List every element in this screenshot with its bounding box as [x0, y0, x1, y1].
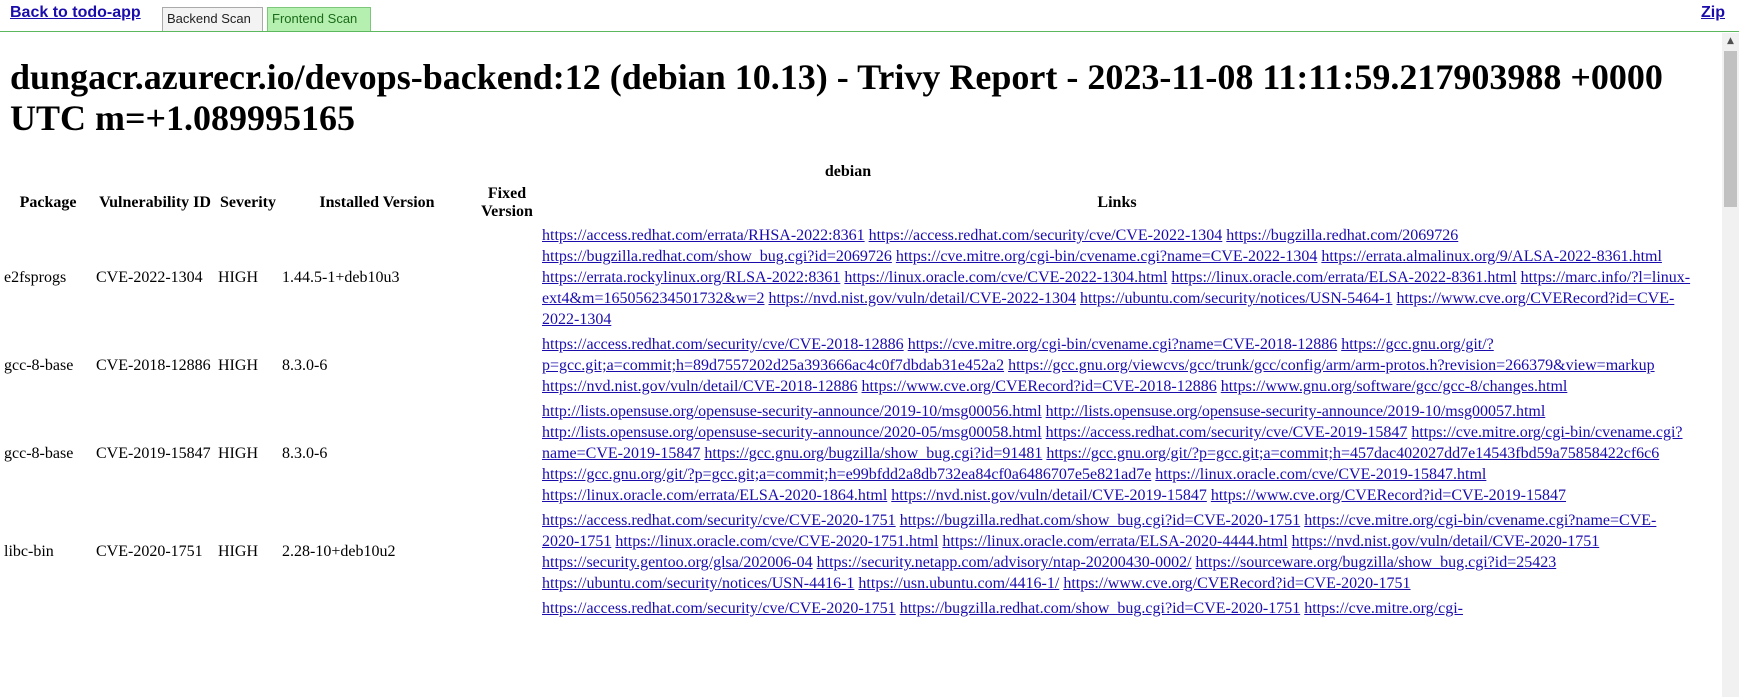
cell-package: gcc-8-base — [4, 356, 74, 374]
cell-fixed-version — [475, 597, 539, 620]
reference-link[interactable]: https://www.cve.org/CVERecord?id=CVE-201… — [862, 378, 1217, 395]
reference-link[interactable]: https://linux.oracle.com/cve/CVE-2022-13… — [844, 269, 1167, 286]
reference-link[interactable]: https://access.redhat.com/security/cve/C… — [1046, 424, 1408, 441]
reference-link[interactable]: https://cve.mitre.org/cgi-bin/cvename.cg… — [908, 336, 1338, 353]
top-nav-bar: Back to todo-app Backend Scan Frontend S… — [0, 0, 1739, 32]
scroll-thumb[interactable] — [1724, 51, 1737, 207]
cell-installed-version: 8.3.0-6 — [282, 444, 328, 462]
cell-links: https://access.redhat.com/security/cve/C… — [541, 597, 1693, 620]
reference-link[interactable]: https://nvd.nist.gov/vuln/detail/CVE-201… — [542, 378, 858, 395]
reference-link[interactable]: http://lists.opensuse.org/opensuse-secur… — [1046, 403, 1546, 420]
vertical-scrollbar[interactable]: ▲ — [1722, 33, 1739, 697]
zip-download-link[interactable]: Zip — [1701, 4, 1725, 22]
reference-link[interactable]: https://errata.rockylinux.org/RLSA-2022:… — [542, 269, 840, 286]
reference-link[interactable]: https://bugzilla.redhat.com/show_bug.cgi… — [900, 600, 1301, 617]
reference-link[interactable]: https://ubuntu.com/security/notices/USN-… — [1080, 290, 1392, 307]
cell-severity: HIGH — [218, 356, 258, 374]
cell-severity: HIGH — [218, 444, 258, 462]
cell-vulnerability-id: CVE-2022-1304 — [96, 268, 203, 286]
cell-installed-version: 1.44.5-1+deb10u3 — [282, 268, 400, 286]
vulnerability-table: debian Package Vulnerability ID Severity… — [1, 160, 1695, 622]
cell-links: http://lists.opensuse.org/opensuse-secur… — [541, 400, 1693, 507]
col-installed-version: Installed Version — [319, 194, 435, 211]
reference-link[interactable]: https://access.redhat.com/security/cve/C… — [542, 512, 896, 529]
reference-link[interactable]: https://linux.oracle.com/errata/ELSA-202… — [942, 533, 1287, 550]
col-severity: Severity — [220, 194, 276, 211]
scroll-up-arrow-icon[interactable]: ▲ — [1722, 33, 1739, 50]
tab-frontend-scan[interactable]: Frontend Scan — [267, 7, 371, 31]
cell-fixed-version — [475, 400, 539, 507]
reference-link[interactable]: https://linux.oracle.com/cve/CVE-2019-15… — [1155, 466, 1486, 483]
report-content: dungacr.azurecr.io/devops-backend:12 (de… — [10, 57, 1710, 139]
reference-link[interactable]: https://errata.almalinux.org/9/ALSA-2022… — [1321, 248, 1662, 265]
cell-installed-version — [281, 597, 473, 620]
reference-link[interactable]: https://linux.oracle.com/cve/CVE-2020-17… — [615, 533, 938, 550]
reference-link[interactable]: https://nvd.nist.gov/vuln/detail/CVE-202… — [768, 290, 1076, 307]
cell-links: https://access.redhat.com/security/cve/C… — [541, 333, 1693, 398]
reference-link[interactable]: https://sourceware.org/bugzilla/show_bug… — [1196, 554, 1557, 571]
cell-package — [3, 597, 93, 620]
cell-severity: HIGH — [218, 543, 258, 560]
cell-vulnerability-id: CVE-2019-15847 — [96, 444, 211, 462]
cell-package: libc-bin — [4, 543, 54, 560]
reference-link[interactable]: https://security.gentoo.org/glsa/202006-… — [542, 554, 813, 571]
col-fixed-version: Fixed Version — [481, 185, 533, 220]
table-row: e2fsprogs CVE-2022-1304 HIGH 1.44.5-1+deb10… — [3, 224, 1693, 331]
reference-link[interactable]: https://cve.mitre.org/cgi- — [1304, 600, 1463, 617]
cell-severity: HIGH — [218, 268, 258, 286]
reference-link[interactable]: https://bugzilla.redhat.com/show_bug.cgi… — [542, 248, 892, 265]
reference-link[interactable]: https://access.redhat.com/security/cve/C… — [542, 600, 896, 617]
cell-links: https://access.redhat.com/security/cve/C… — [541, 509, 1693, 595]
cell-vulnerability-id: CVE-2018-12886 — [96, 356, 211, 374]
reference-link[interactable]: https://gcc.gnu.org/viewcvs/gcc/trunk/gc… — [1008, 357, 1655, 374]
cell-installed-version: 8.3.0-6 — [282, 356, 328, 374]
table-row: libc-bin CVE-2020-1751 HIGH 2.28-10+deb10u2… — [3, 509, 1693, 595]
reference-link[interactable]: https://bugzilla.redhat.com/show_bug.cgi… — [900, 512, 1301, 529]
reference-link[interactable]: https://www.cve.org/CVERecord?id=CVE-202… — [1063, 575, 1410, 592]
reference-link[interactable]: https://access.redhat.com/security/cve/C… — [542, 336, 904, 353]
col-vulnerability-id: Vulnerability ID — [99, 194, 211, 211]
cell-fixed-version — [475, 509, 539, 595]
reference-link[interactable]: https://access.redhat.com/errata/RHSA-20… — [542, 227, 865, 244]
page-title: dungacr.azurecr.io/devops-backend:12 (de… — [10, 57, 1663, 138]
table-row: https://access.redhat.com/security/cve/C… — [3, 597, 1693, 620]
reference-link[interactable]: https://gcc.gnu.org/git/?p=gcc.git;a=com… — [1046, 445, 1659, 462]
reference-link[interactable]: https://usn.ubuntu.com/4416-1/ — [858, 575, 1059, 592]
reference-link[interactable]: https://www.gnu.org/software/gcc/gcc-8/c… — [1221, 378, 1568, 395]
cell-vulnerability-id — [95, 597, 215, 620]
cell-severity — [217, 597, 279, 620]
reference-link[interactable]: https://cve.mitre.org/cgi-bin/cvename.cg… — [896, 248, 1318, 265]
reference-link[interactable]: http://lists.opensuse.org/opensuse-secur… — [542, 403, 1042, 420]
reference-link[interactable]: https://linux.oracle.com/errata/ELSA-202… — [542, 487, 887, 504]
cell-links: https://access.redhat.com/errata/RHSA-20… — [541, 224, 1693, 331]
tab-backend-scan[interactable]: Backend Scan — [162, 7, 263, 31]
reference-link[interactable]: https://bugzilla.redhat.com/2069726 — [1226, 227, 1458, 244]
reference-link[interactable]: https://ubuntu.com/security/notices/USN-… — [542, 575, 854, 592]
reference-link[interactable]: https://gcc.gnu.org/git/?p=gcc.git;a=com… — [542, 466, 1151, 483]
cell-package: e2fsprogs — [4, 268, 67, 286]
cell-package: gcc-8-base — [4, 444, 74, 462]
cell-installed-version: 2.28-10+deb10u2 — [282, 543, 396, 560]
reference-link[interactable]: http://lists.opensuse.org/opensuse-secur… — [542, 424, 1042, 441]
cell-fixed-version — [475, 224, 539, 331]
table-row: gcc-8-base CVE-2018-12886 HIGH 8.3.0-6 https… — [3, 333, 1693, 398]
table-row: gcc-8-base CVE-2019-15847 HIGH 8.3.0-6 http:… — [3, 400, 1693, 507]
back-to-app-link[interactable]: Back to todo-app — [10, 4, 141, 22]
cell-vulnerability-id: CVE-2020-1751 — [96, 543, 203, 560]
col-package: Package — [19, 194, 77, 211]
reference-link[interactable]: https://linux.oracle.com/errata/ELSA-202… — [1171, 269, 1516, 286]
reference-link[interactable]: https://nvd.nist.gov/vuln/detail/CVE-202… — [1292, 533, 1600, 550]
col-links: Links — [1097, 194, 1137, 211]
reference-link[interactable]: https://security.netapp.com/advisory/nta… — [817, 554, 1192, 571]
reference-link[interactable]: https://access.redhat.com/security/cve/C… — [869, 227, 1223, 244]
reference-link[interactable]: https://gcc.gnu.org/bugzilla/show_bug.cg… — [704, 445, 1042, 462]
reference-link[interactable]: https://www.cve.org/CVERecord?id=CVE-201… — [1211, 487, 1566, 504]
reference-link[interactable]: https://nvd.nist.gov/vuln/detail/CVE-201… — [891, 487, 1207, 504]
cell-fixed-version — [475, 333, 539, 398]
os-group-header: debian — [824, 163, 872, 180]
